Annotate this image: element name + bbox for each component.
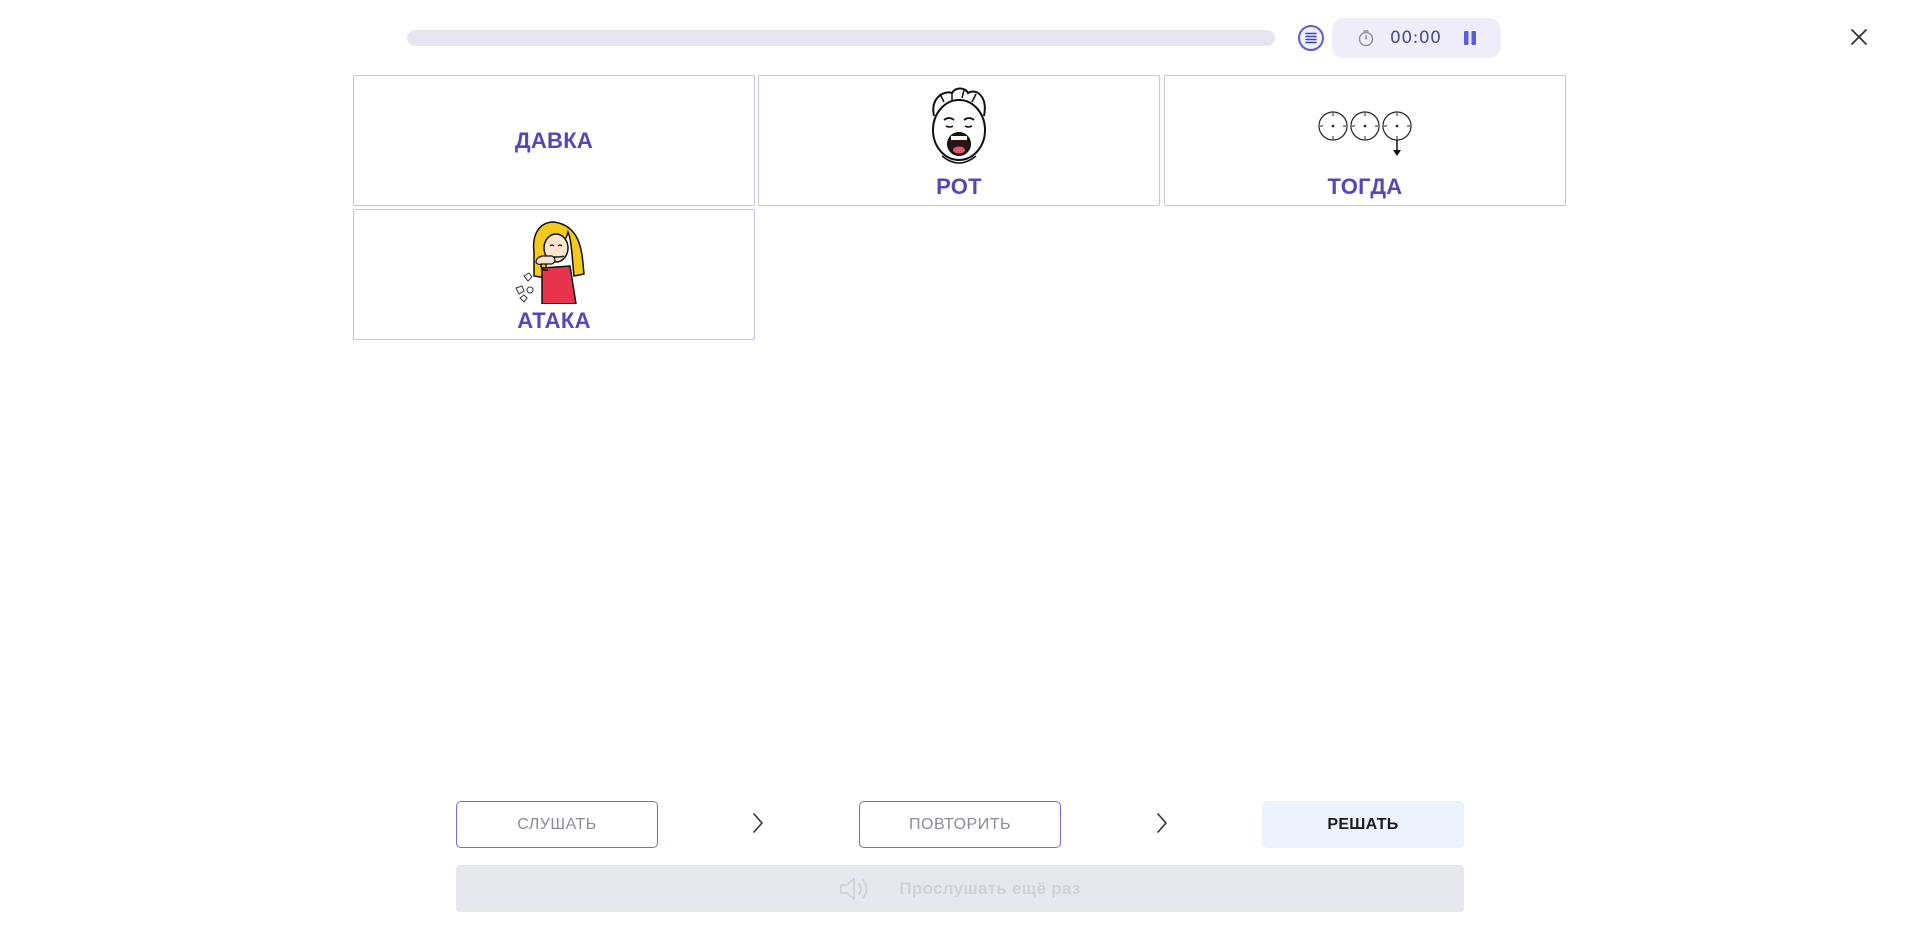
word-card-label: РОТ (936, 174, 982, 199)
word-card-3[interactable]: ТОГДА (1164, 75, 1566, 206)
word-card-label: АТАКА (517, 308, 591, 333)
word-card-1[interactable]: ДАВКА (353, 75, 755, 206)
word-card-2[interactable]: РОТ (758, 75, 1160, 206)
solve-button[interactable]: РЕШАТЬ (1262, 801, 1464, 848)
timer-value: 00:00 (1390, 28, 1442, 48)
replay-audio-label: Прослушать ещё раз (899, 878, 1081, 898)
close-icon (1851, 29, 1867, 45)
chevron-right-icon (1152, 810, 1172, 836)
list-icon (1305, 32, 1317, 44)
girl-coughing-image (515, 221, 585, 304)
boy-open-mouth-image (932, 87, 986, 164)
chevron-right-icon (748, 810, 768, 836)
speaker-icon (840, 877, 868, 900)
pause-button[interactable] (1460, 28, 1480, 48)
word-card-4[interactable]: АТАКА (353, 209, 755, 340)
stopwatch-icon (1356, 28, 1376, 48)
progress-bar (407, 30, 1275, 46)
pause-icon (1463, 31, 1476, 45)
close-button[interactable] (1846, 24, 1872, 50)
word-card-label: ТОГДА (1327, 174, 1403, 199)
task-list-button[interactable] (1298, 25, 1324, 51)
clocks-sequence-image (1318, 111, 1412, 156)
replay-audio-button[interactable]: Прослушать ещё раз (456, 865, 1464, 912)
listen-button[interactable]: СЛУШАТЬ (456, 801, 658, 848)
repeat-button[interactable]: ПОВТОРИТЬ (859, 801, 1061, 848)
timer: 00:00 (1332, 18, 1501, 58)
word-card-label: ДАВКА (514, 128, 594, 153)
exercise-screen: 00:00 ДАВКА РОТ ТОГДА АТАКА СЛУШАТЬ ПОВТ… (0, 0, 1920, 941)
